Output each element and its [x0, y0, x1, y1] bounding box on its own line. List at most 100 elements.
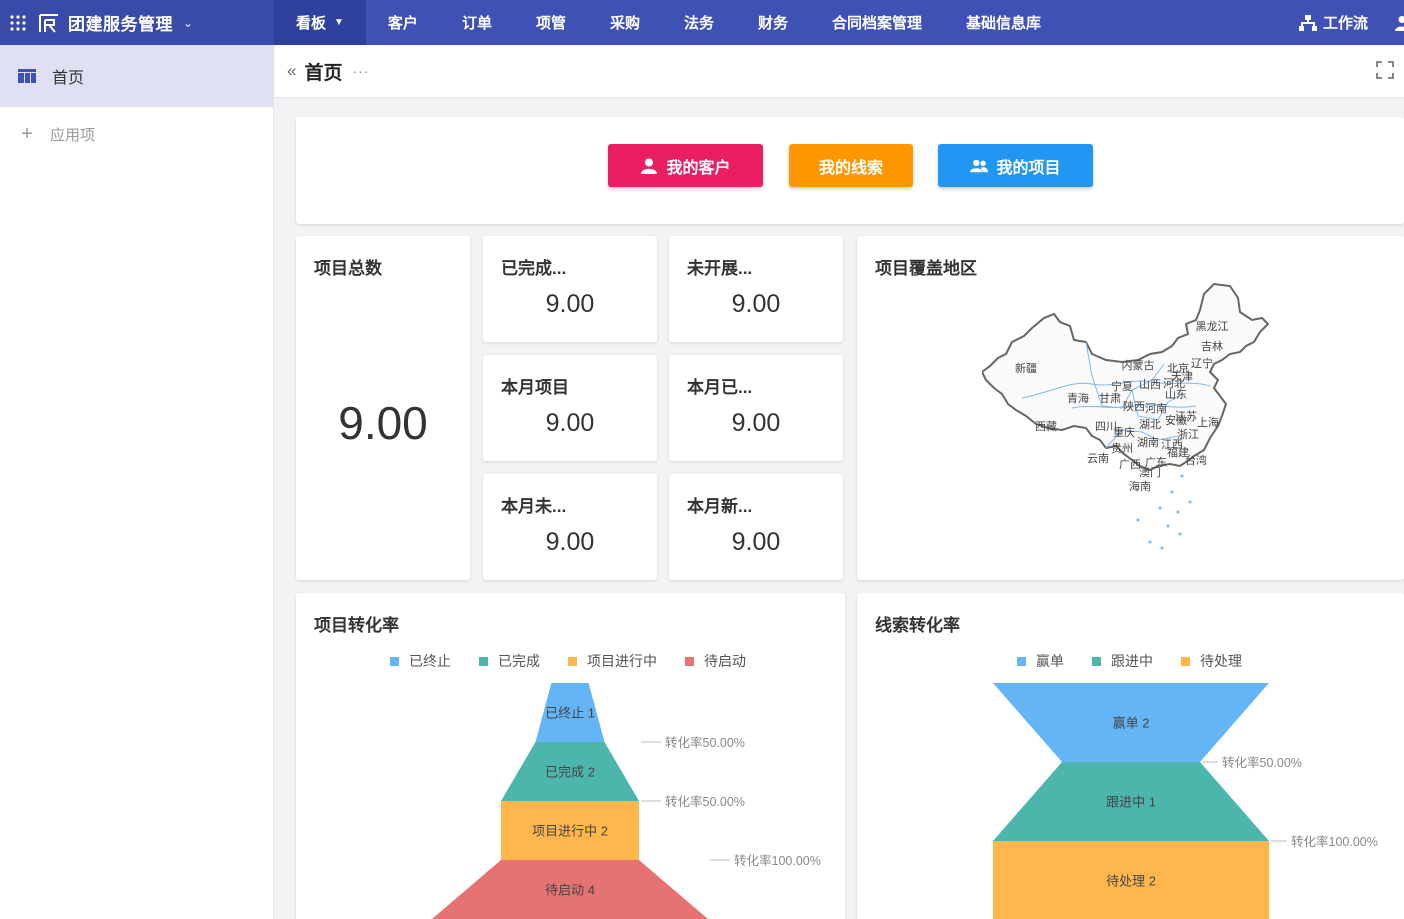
- funnel-segment-label: 项目进行中 2: [532, 824, 608, 839]
- island-dot: [1170, 490, 1174, 494]
- island-dot: [1148, 540, 1152, 544]
- map-region-label: 甘肃: [1099, 392, 1121, 405]
- island-dot: [1136, 518, 1140, 522]
- lead-funnel-chart: 赢单 2 转化率50.00% 跟进中 1 转化率100.00% 待处理 2: [993, 683, 1378, 919]
- stat-value: 9.00: [731, 409, 781, 437]
- nav-label: 看板: [296, 15, 327, 32]
- island-dot: [1178, 532, 1182, 536]
- nav-item-base-info[interactable]: 基础信息库: [944, 0, 1063, 45]
- nav-label: 采购: [609, 15, 640, 32]
- funnel-segment-label: 已终止 1: [545, 706, 595, 721]
- stat-title: 未开展...: [687, 259, 753, 278]
- nav-item-purchasing[interactable]: 采购: [588, 0, 662, 45]
- app-grid-icon[interactable]: [8, 13, 28, 33]
- nav-label: 基础信息库: [966, 15, 1042, 32]
- map-region-label: 云南: [1087, 452, 1109, 465]
- button-label: 我的线索: [818, 159, 883, 177]
- map-region-label: 内蒙古: [1122, 358, 1155, 372]
- nav-label: 合同档案管理: [832, 15, 923, 32]
- button-label: 我的项目: [996, 159, 1061, 177]
- app-brand[interactable]: 团建服务管理 ⌄: [0, 0, 274, 45]
- users-icon: [970, 159, 989, 172]
- map-region-label: 贵州: [1111, 442, 1133, 455]
- conversion-rate-label: 转化率100.00%: [734, 853, 821, 868]
- plus-icon: +: [21, 122, 33, 145]
- map-region-label: 吉林: [1201, 339, 1223, 353]
- sitemap-icon: [1298, 14, 1317, 31]
- user-icon[interactable]: [1394, 15, 1404, 31]
- project-funnel-chart: 已终止 1 转化率50.00% 已完成 2 转化率50.00% 项目进行中 2 转化率10…: [432, 683, 821, 919]
- sidebar-item-label: 应用项: [50, 126, 96, 144]
- stat-card: 本月新... 9.00: [669, 474, 843, 580]
- map-region-label: 海南: [1129, 479, 1151, 493]
- page-header: « 首页 ···: [275, 45, 1404, 98]
- chevron-down-icon[interactable]: ⌄: [183, 16, 193, 30]
- map-region-label: 广西: [1119, 458, 1141, 471]
- map-region-label: 山东: [1165, 388, 1187, 401]
- my-leads-button[interactable]: 我的线索: [789, 144, 913, 187]
- stat-card: 本月已... 9.00: [669, 355, 843, 461]
- quick-actions-card: 我的客户 我的线索 我的项目: [296, 117, 1404, 224]
- stat-card: 本月项目 9.00: [483, 355, 657, 461]
- stat-title: 本月已...: [687, 378, 753, 397]
- nav-label: 财务: [758, 15, 789, 32]
- china-map[interactable]: 黑龙江吉林辽宁内蒙古 北京天津新疆宁夏 山西 河北山东青海 甘肃陕西 河南江苏西藏 四川 湖北…: [982, 280, 1282, 560]
- stat-title: 本月新...: [687, 497, 753, 516]
- button-label: 我的客户: [666, 159, 731, 177]
- user-icon: [641, 158, 658, 174]
- more-icon[interactable]: ···: [352, 63, 369, 79]
- nav-item-project-mgmt[interactable]: 项管: [514, 0, 588, 45]
- my-customers-button[interactable]: 我的客户: [608, 144, 763, 187]
- stat-card: 本月未... 9.00: [483, 474, 657, 580]
- app-logo-icon: [39, 13, 58, 33]
- nav-item-dashboard[interactable]: 看板 ▼: [274, 0, 366, 45]
- map-region-label: 辽宁: [1191, 356, 1213, 370]
- nav-item-finance[interactable]: 财务: [736, 0, 810, 45]
- stat-value: 9.00: [731, 528, 781, 556]
- map-region-label: 安徽: [1165, 413, 1187, 427]
- collapse-sidebar-icon[interactable]: «: [287, 61, 296, 81]
- workflow-button[interactable]: 工作流: [1298, 12, 1368, 33]
- main-nav: 看板 ▼ 客户 订单 项管 采购 法务 财务 合同档案管理 基础信息库: [274, 0, 1063, 45]
- funnel-segment-label: 已完成 2: [545, 765, 595, 780]
- nav-item-legal[interactable]: 法务: [662, 0, 736, 45]
- nav-label: 法务: [683, 15, 714, 32]
- funnel-segment-label: 跟进中 1: [1106, 795, 1156, 810]
- fullscreen-icon[interactable]: [1376, 61, 1394, 79]
- my-projects-button[interactable]: 我的项目: [938, 144, 1093, 187]
- sidebar: 首页 + 应用项: [0, 45, 274, 919]
- map-region-label: 上海: [1197, 415, 1219, 429]
- nav-label: 项管: [535, 15, 566, 32]
- lead-funnel-card: 线索转化率 赢单 跟进中 待处理 赢单 2 转化率50.00% 跟进中 1 转化率100.…: [857, 593, 1404, 919]
- stat-value: 9.00: [545, 290, 595, 318]
- stat-title: 已完成...: [501, 259, 567, 278]
- nav-item-orders[interactable]: 订单: [440, 0, 514, 45]
- dashboard-icon: [18, 69, 36, 83]
- island-dot: [1188, 500, 1192, 504]
- nav-item-contracts[interactable]: 合同档案管理: [810, 0, 944, 45]
- map-region-label: 新疆: [1015, 361, 1037, 375]
- map-region-label: 台湾: [1185, 453, 1207, 467]
- island-dot: [1166, 524, 1170, 528]
- sidebar-item-add-app[interactable]: + 应用项: [0, 107, 273, 161]
- map-region-label: 西藏: [1035, 420, 1057, 433]
- map-region-label: 黑龙江: [1196, 320, 1229, 333]
- panel-title: 项目覆盖地区: [875, 259, 977, 278]
- nav-item-customers[interactable]: 客户: [366, 0, 440, 45]
- conversion-rate-label: 转化率50.00%: [665, 794, 745, 809]
- map-region-label: 宁夏: [1111, 379, 1133, 393]
- stat-title: 本月项目: [501, 378, 569, 397]
- sidebar-item-label: 首页: [52, 70, 85, 87]
- island-dot: [1176, 510, 1180, 514]
- conversion-rate-label: 转化率50.00%: [665, 735, 745, 750]
- map-region-label: 陕西: [1123, 399, 1145, 413]
- map-region-label: 湖北: [1139, 418, 1161, 431]
- stat-card: 已完成... 9.00: [483, 236, 657, 342]
- workflow-label: 工作流: [1322, 15, 1368, 32]
- coverage-map-card: 项目覆盖地区 黑龙江 吉林 辽宁 内蒙古 北京 天津 新疆 宁夏 山西 河北 山东 青海 甘肃 陕西 河南江…: [857, 236, 1404, 580]
- nav-label: 客户: [387, 15, 418, 32]
- stat-value: 9.00: [545, 409, 595, 437]
- sidebar-item-home[interactable]: 首页: [0, 45, 273, 107]
- nav-label: 订单: [461, 15, 492, 32]
- funnel-segment-label: 待处理 2: [1106, 874, 1156, 889]
